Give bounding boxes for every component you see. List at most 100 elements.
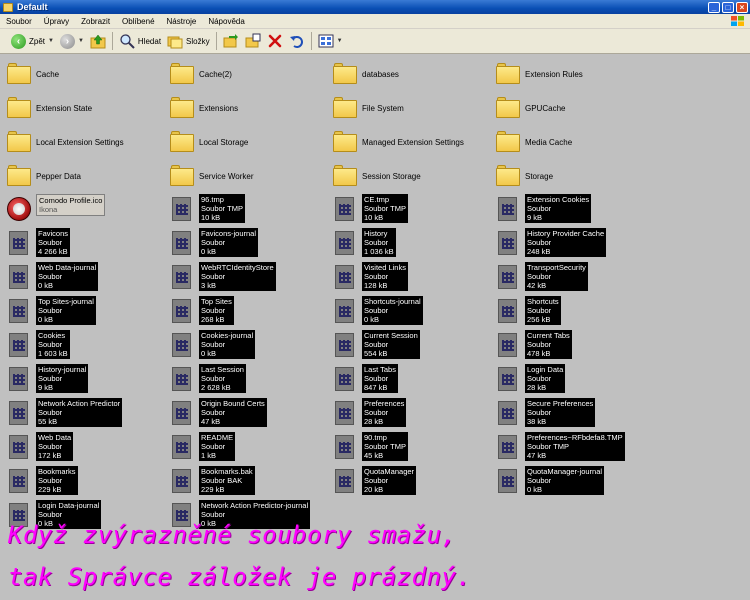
file-favicons-journal[interactable]: Favicons-journal Soubor 0 kB xyxy=(169,228,259,257)
file-history[interactable]: History Soubor 1 036 kB xyxy=(332,228,396,257)
folder-local-storage[interactable]: Local Storage xyxy=(169,126,248,154)
file-top-sites-journal[interactable]: Top Sites-journal Soubor 0 kB xyxy=(6,296,96,325)
folder-local-extension-settings[interactable]: Local Extension Settings xyxy=(6,126,124,154)
folder-extensions[interactable]: Extensions xyxy=(169,92,238,120)
caption-line-2: tak Správce záložek je prázdný. xyxy=(8,563,472,591)
menu-soubor[interactable]: Soubor xyxy=(0,17,38,26)
file-login-data[interactable]: Login Data Soubor 28 kB xyxy=(495,364,566,393)
menu-zobrazit[interactable]: Zobrazit xyxy=(75,17,116,26)
file-size: 0 kB xyxy=(38,281,54,290)
delete-button[interactable] xyxy=(264,31,286,51)
folders-button[interactable]: Složky xyxy=(164,31,213,51)
file-preferences[interactable]: Preferences Soubor 28 kB xyxy=(332,398,407,427)
file-cookies[interactable]: Cookies Soubor 1 603 kB xyxy=(6,330,70,359)
file-shortcuts-journal[interactable]: Shortcuts-journal Soubor 0 kB xyxy=(332,296,423,325)
file-origin-bound-certs[interactable]: Origin Bound Certs Soubor 47 kB xyxy=(169,398,267,427)
file-transportsecurity[interactable]: TransportSecurity Soubor 42 kB xyxy=(495,262,588,291)
file-size: 3 kB xyxy=(201,281,217,290)
file-type: Soubor xyxy=(364,476,389,485)
file-quotamanager-journal[interactable]: QuotaManager-journal Soubor 0 kB xyxy=(495,466,605,495)
file-cookies-journal[interactable]: Cookies-journal Soubor 0 kB xyxy=(169,330,256,359)
folder-service-worker[interactable]: Service Worker xyxy=(169,160,254,188)
file-type: Soubor TMP xyxy=(201,204,243,213)
menu-oblibene[interactable]: Oblíbené xyxy=(116,17,160,26)
folder-extension-state[interactable]: Extension State xyxy=(6,92,92,120)
file-info: Shortcuts Soubor 256 kB xyxy=(525,296,561,325)
chevron-down-icon[interactable]: ▼ xyxy=(337,38,343,44)
folder-label: Extensions xyxy=(199,104,239,113)
folder-extension-rules[interactable]: Extension Rules xyxy=(495,58,583,86)
folder-pepper-data[interactable]: Pepper Data xyxy=(6,160,81,188)
file-current-tabs[interactable]: Current Tabs Soubor 478 kB xyxy=(495,330,572,359)
file-name: Shortcuts xyxy=(527,297,559,306)
up-button[interactable] xyxy=(87,31,109,51)
file-info: CE.tmp Soubor TMP 10 kB xyxy=(362,194,408,223)
file-current-session[interactable]: Current Session Soubor 554 kB xyxy=(332,330,420,359)
file-network-action-predictor[interactable]: Network Action Predictor Soubor 55 kB xyxy=(6,398,123,427)
file-shortcuts[interactable]: Shortcuts Soubor 256 kB xyxy=(495,296,561,325)
folder-managed-extension-settings[interactable]: Managed Extension Settings xyxy=(332,126,464,154)
file-readme[interactable]: README Soubor 1 kB xyxy=(169,432,236,461)
file-name: CE.tmp xyxy=(364,195,390,204)
chevron-down-icon[interactable]: ▼ xyxy=(78,38,84,44)
file-size: 38 kB xyxy=(527,417,547,426)
views-button[interactable]: ▼ xyxy=(315,31,346,51)
file-last-tabs[interactable]: Last Tabs Soubor 847 kB xyxy=(332,364,398,393)
file-web-data-journal[interactable]: Web Data-journal Soubor 0 kB xyxy=(6,262,99,291)
file-size: 47 kB xyxy=(201,417,221,426)
file-90-tmp[interactable]: 90.tmp Soubor TMP 45 kB xyxy=(332,432,408,461)
folder-session-storage[interactable]: Session Storage xyxy=(332,160,421,188)
file-top-sites[interactable]: Top Sites Soubor 268 kB xyxy=(169,296,234,325)
chevron-down-icon[interactable]: ▼ xyxy=(48,38,54,44)
menu-napoveda[interactable]: Nápověda xyxy=(202,17,250,26)
folder-storage[interactable]: Storage xyxy=(495,160,553,188)
close-button[interactable]: × xyxy=(736,1,748,13)
file-bookmarks[interactable]: Bookmarks Soubor 229 kB xyxy=(6,466,78,495)
file-size: 268 kB xyxy=(201,315,225,324)
folder-icon xyxy=(332,162,358,188)
folder-databases[interactable]: databases xyxy=(332,58,399,86)
folder-file-system[interactable]: File System xyxy=(332,92,404,120)
caption-line-1: Když zvýrazněné soubory smažu, xyxy=(8,521,457,549)
file-extension-cookies[interactable]: Extension Cookies Soubor 9 kB xyxy=(495,194,592,223)
file-name: Last Tabs xyxy=(364,365,396,374)
file-visited-links[interactable]: Visited Links Soubor 128 kB xyxy=(332,262,408,291)
file-favicons[interactable]: Favicons Soubor 4 266 kB xyxy=(6,228,71,257)
file-preferences-rfbdefa8-tmp[interactable]: Preferences~RFbdefa8.TMP Soubor TMP 47 kB xyxy=(495,432,625,461)
folder-cache-2[interactable]: Cache(2) xyxy=(169,58,232,86)
folder-gpucache[interactable]: GPUCache xyxy=(495,92,565,120)
file-96-tmp[interactable]: 96.tmp Soubor TMP 10 kB xyxy=(169,194,245,223)
file-history-journal[interactable]: History-journal Soubor 9 kB xyxy=(6,364,89,393)
generic-file-icon xyxy=(6,400,32,426)
folder-cache[interactable]: Cache xyxy=(6,58,59,86)
maximize-button[interactable]: □ xyxy=(722,1,734,13)
file-last-session[interactable]: Last Session Soubor 2 628 kB xyxy=(169,364,246,393)
file-comodo-profile-ico[interactable]: Comodo Profile.ico Ikona xyxy=(6,194,106,222)
menu-upravy[interactable]: Úpravy xyxy=(38,17,75,26)
generic-file-icon xyxy=(6,468,32,494)
file-bookmarks-bak[interactable]: Bookmarks.bak Soubor BAK 229 kB xyxy=(169,466,255,495)
file-history-provider-cache[interactable]: History Provider Cache Soubor 248 kB xyxy=(495,228,607,257)
file-quotamanager[interactable]: QuotaManager Soubor 20 kB xyxy=(332,466,417,495)
menu-nastroje[interactable]: Nástroje xyxy=(161,17,203,26)
file-size: 2 628 kB xyxy=(201,383,231,392)
file-info: History Soubor 1 036 kB xyxy=(362,228,396,257)
forward-button[interactable]: › ▼ xyxy=(57,31,87,51)
folder-label: GPUCache xyxy=(525,104,566,113)
generic-file-icon xyxy=(332,468,358,494)
file-ce-tmp[interactable]: CE.tmp Soubor TMP 10 kB xyxy=(332,194,408,223)
undo-button[interactable] xyxy=(286,31,308,51)
back-button[interactable]: ‹ Zpět ▼ xyxy=(8,31,57,51)
file-webrtcidentitystore[interactable]: WebRTCIdentityStore Soubor 3 kB xyxy=(169,262,276,291)
file-size: 847 kB xyxy=(364,383,388,392)
file-info: README Soubor 1 kB xyxy=(199,432,236,461)
search-button[interactable]: Hledat xyxy=(116,31,164,51)
file-size: 9 kB xyxy=(38,383,54,392)
move-to-button[interactable] xyxy=(220,31,242,51)
file-size: 20 kB xyxy=(364,485,384,494)
folder-media-cache[interactable]: Media Cache xyxy=(495,126,572,154)
file-secure-preferences[interactable]: Secure Preferences Soubor 38 kB xyxy=(495,398,596,427)
minimize-button[interactable]: _ xyxy=(708,1,720,13)
copy-to-button[interactable] xyxy=(242,31,264,51)
file-web-data[interactable]: Web Data Soubor 172 kB xyxy=(6,432,74,461)
